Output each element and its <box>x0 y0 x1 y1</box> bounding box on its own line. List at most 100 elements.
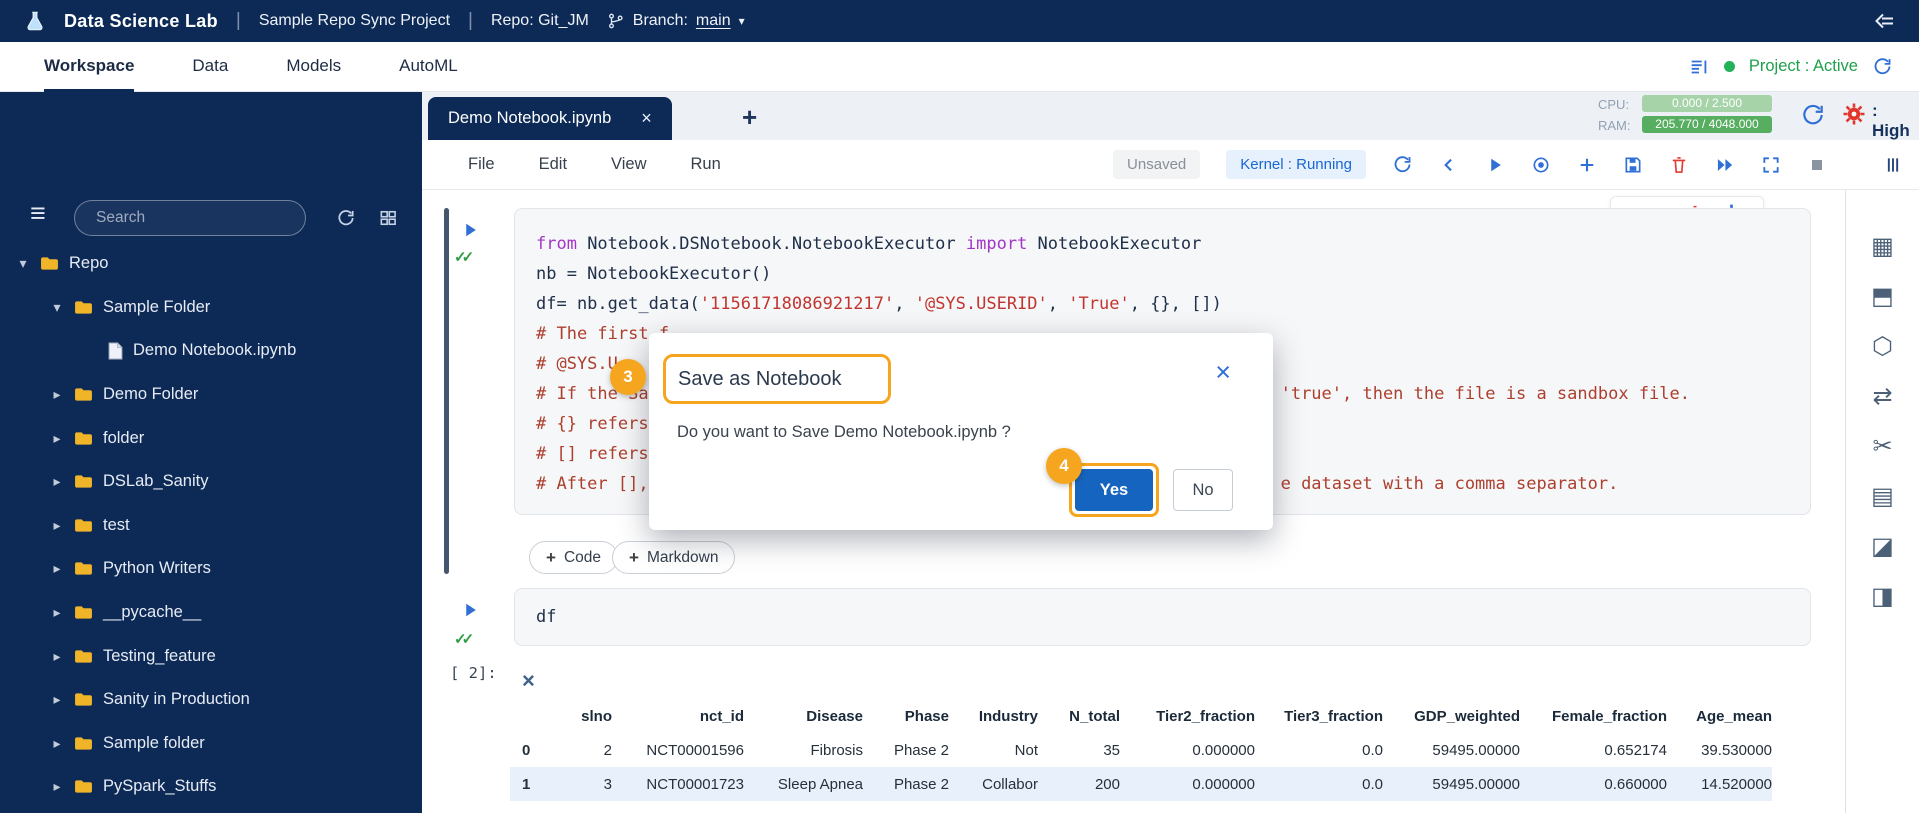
tab-workspace[interactable]: Workspace <box>44 42 134 92</box>
table-cell: 2 <box>550 733 612 767</box>
chevron-right-icon[interactable]: ▸ <box>50 604 64 621</box>
app-window: Data Science Lab | Sample Repo Sync Proj… <box>0 0 1919 813</box>
yes-button[interactable]: Yes <box>1075 469 1153 511</box>
search-box[interactable] <box>74 200 306 236</box>
menu-file[interactable]: File <box>468 155 495 174</box>
code-cell-2[interactable]: df <box>514 588 1811 646</box>
dialog-title: Save as Notebook <box>678 368 841 391</box>
document-icon[interactable]: ▤ <box>1871 485 1894 509</box>
chevron-right-icon[interactable]: ▸ <box>50 517 64 534</box>
chevron-down-icon[interactable]: ▾ <box>16 255 30 272</box>
run-cell1-icon[interactable] <box>460 220 480 240</box>
shuffle-icon[interactable]: ⇄ <box>1872 385 1892 409</box>
tree-item--pycache-[interactable]: ▸__pycache__ <box>0 591 422 635</box>
tree-item-demo-folder[interactable]: ▸Demo Folder <box>0 373 422 417</box>
restart-kernel-icon[interactable] <box>1392 154 1413 175</box>
clear-output-icon[interactable]: × <box>522 668 535 694</box>
new-tab-icon[interactable]: + <box>742 102 757 133</box>
table-cell: 0.660000 <box>1520 767 1667 801</box>
stop-kernel-icon[interactable] <box>1807 155 1827 175</box>
changelog-list-icon[interactable] <box>1688 56 1710 78</box>
save-notebook-dialog: Save as Notebook × Do you want to Save D… <box>649 333 1273 530</box>
tree-item-test[interactable]: ▸test <box>0 504 422 548</box>
chevron-right-icon[interactable]: ▸ <box>50 430 64 447</box>
close-tab-icon[interactable]: × <box>641 108 652 129</box>
tree-item-pyspark-stuffs[interactable]: ▸PySpark_Stuffs <box>0 765 422 809</box>
package-icon[interactable]: ⬡ <box>1872 335 1893 359</box>
run-all-icon[interactable] <box>1715 155 1735 175</box>
folder-icon <box>74 692 93 707</box>
menu-view[interactable]: View <box>611 155 646 174</box>
bucket-icon[interactable]: ◨ <box>1871 585 1894 609</box>
layout-grid-icon[interactable] <box>378 208 398 228</box>
header-divider: | <box>468 10 473 32</box>
notebook-tab[interactable]: Demo Notebook.ipynb × <box>428 97 672 140</box>
refresh-icon[interactable] <box>1872 56 1893 77</box>
chevron-down-icon[interactable]: ▾ <box>50 299 64 316</box>
folder-icon <box>74 736 93 751</box>
cpu-usage-badge: 0.000 / 2.500 <box>1642 95 1772 112</box>
delete-cell-icon[interactable] <box>1669 155 1689 175</box>
notebook-tab-title: Demo Notebook.ipynb <box>448 109 611 128</box>
refresh-stats-icon[interactable] <box>1800 102 1826 128</box>
tree-item-pipeline-migration[interactable]: ▸Pipeline_Migration <box>0 809 422 813</box>
tree-item-sanity-in-production[interactable]: ▸ Sanity in Production <box>0 678 422 722</box>
main-navbar: Workspace Data Models AutoML Project : A… <box>0 42 1919 92</box>
collapse-arrow-icon[interactable] <box>1873 9 1897 33</box>
column-header-nct_id: nct_id <box>612 700 744 733</box>
flask-logo-icon <box>24 10 46 32</box>
tree-item-label: Sanity in Production <box>103 690 250 709</box>
chevron-right-icon[interactable]: ▸ <box>50 691 64 708</box>
table-cell: Not <box>949 733 1038 767</box>
cell2-success-icon: ✓✓ <box>454 630 469 648</box>
search-input[interactable] <box>96 209 296 227</box>
table-grid-icon[interactable]: ▦ <box>1871 235 1894 259</box>
tree-item-dslab-sanity[interactable]: ▸DSLab_Sanity <box>0 460 422 504</box>
dialog-close-icon[interactable]: × <box>1215 359 1231 386</box>
add-code-cell-button[interactable]: + Code <box>529 541 618 574</box>
lock-icon[interactable]: ⬒ <box>1871 285 1894 309</box>
tab-automl[interactable]: AutoML <box>399 42 458 92</box>
add-cell-icon[interactable] <box>1577 155 1597 175</box>
tree-item-sample-folder[interactable]: ▾Sample Folder <box>0 286 422 330</box>
menu-edit[interactable]: Edit <box>539 155 567 174</box>
save-notebook-icon[interactable] <box>1623 155 1643 175</box>
interrupt-record-icon[interactable] <box>1531 155 1551 175</box>
add-markdown-cell-button[interactable]: + Markdown <box>612 541 735 574</box>
chevron-right-icon[interactable]: ▸ <box>50 386 64 403</box>
tab-models[interactable]: Models <box>286 42 341 92</box>
tree-item-python-writers[interactable]: ▸ Python Writers <box>0 547 422 591</box>
no-button[interactable]: No <box>1173 469 1233 511</box>
column-header-slno: slno <box>550 700 612 733</box>
table-row: 02NCT00001596FibrosisPhase 2Not350.00000… <box>510 733 1772 767</box>
chevron-right-icon[interactable]: ▸ <box>50 473 64 490</box>
project-status: Project : Active <box>1749 57 1858 76</box>
dialog-message: Do you want to Save Demo Notebook.ipynb … <box>677 423 1011 442</box>
tab-data[interactable]: Data <box>192 42 228 92</box>
run-cell-icon[interactable] <box>1485 155 1505 175</box>
menu-run[interactable]: Run <box>691 155 721 174</box>
plus-icon: + <box>629 548 639 568</box>
tree-item-label: Python Writers <box>103 559 211 578</box>
branch-selector[interactable]: Branch: main ▾ <box>607 12 745 30</box>
table-cell: Phase 2 <box>863 733 949 767</box>
tree-item-repo[interactable]: ▾Repo <box>0 242 422 286</box>
scissors-icon[interactable]: ✂ <box>1872 435 1892 459</box>
run-cell2-icon[interactable] <box>460 600 480 620</box>
chart-icon[interactable]: ◪ <box>1871 535 1894 559</box>
table-cell: 59495.00000 <box>1383 767 1520 801</box>
hamburger-menu-icon[interactable]: ≡ <box>30 200 46 227</box>
chevron-right-icon[interactable]: ▸ <box>50 735 64 752</box>
chevron-right-icon[interactable]: ▸ <box>50 560 64 577</box>
step-back-icon[interactable] <box>1439 155 1459 175</box>
column-header-age_mean: Age_mean <box>1667 700 1772 733</box>
tree-item-demo-notebook-ipynb[interactable]: Demo Notebook.ipynb <box>0 329 422 373</box>
fullscreen-icon[interactable] <box>1761 155 1781 175</box>
chevron-right-icon[interactable]: ▸ <box>50 778 64 795</box>
tree-item-sample-folder[interactable]: ▸Sample folder <box>0 722 422 766</box>
chevron-right-icon[interactable]: ▸ <box>50 648 64 665</box>
panel-toggle-icon[interactable] <box>1883 155 1903 175</box>
refresh-tree-icon[interactable] <box>336 208 356 228</box>
tree-item-testing-feature[interactable]: ▸Testing_feature <box>0 634 422 678</box>
tree-item-folder[interactable]: ▸folder <box>0 416 422 460</box>
